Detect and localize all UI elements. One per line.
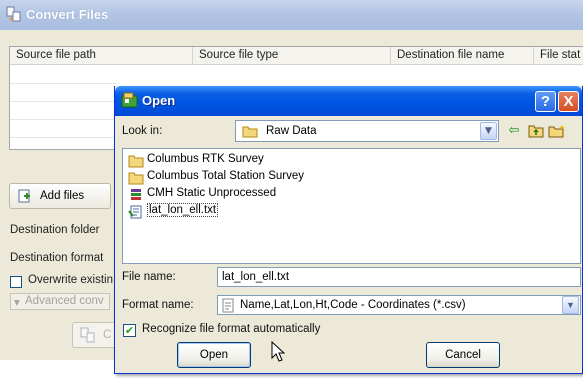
up-folder-icon[interactable] [526, 122, 546, 141]
column-source-file-path[interactable]: Source file path [10, 47, 193, 65]
recognize-format-checkbox[interactable]: ✔ [123, 324, 136, 337]
document-icon [222, 298, 234, 313]
chevron-down-icon: ▾ [14, 297, 20, 309]
file-name: lat_lon_ell.txt [147, 203, 219, 217]
folder-icon [242, 126, 258, 138]
overwrite-label: Overwrite existin [28, 274, 113, 286]
folder-icon [128, 155, 144, 168]
look-in-dropdown[interactable]: Raw Data ▼ [235, 120, 499, 142]
destination-folder-label: Destination folder [10, 224, 100, 236]
convert-files-titlebar: Convert Files [0, 0, 583, 30]
new-folder-icon[interactable] [547, 122, 567, 141]
help-button[interactable]: ? [535, 91, 556, 112]
convert-button[interactable]: C [72, 322, 118, 348]
chevron-down-icon[interactable]: ▼ [562, 296, 579, 314]
table-row-divider [10, 101, 118, 102]
file-name-field[interactable]: lat_lon_ell.txt [217, 267, 581, 287]
format-name-value: Name,Lat,Lon,Ht,Code - Coordinates (*.cs… [240, 299, 466, 311]
file-list[interactable]: Columbus RTK Survey Columbus Total Stati… [122, 148, 581, 264]
cancel-button[interactable]: Cancel [426, 342, 500, 368]
table-row-divider [10, 83, 118, 84]
back-arrow-icon[interactable]: ⇦ [504, 122, 524, 141]
column-source-file-type[interactable]: Source file type [193, 47, 391, 65]
add-file-icon [18, 189, 30, 203]
list-item[interactable]: lat_lon_ell.txt [127, 203, 219, 220]
advanced-conversion-button[interactable]: ▾ Advanced conv [10, 293, 110, 310]
open-dialog-title: Open [142, 93, 176, 108]
mouse-cursor-icon [271, 341, 285, 362]
close-button[interactable]: X [558, 91, 579, 112]
overwrite-checkbox[interactable] [10, 276, 22, 288]
chevron-down-icon[interactable]: ▼ [480, 122, 497, 140]
file-name-label: File name: [122, 271, 176, 283]
list-item[interactable]: Columbus RTK Survey [127, 153, 264, 169]
open-dialog-titlebar: Open ? X [115, 86, 582, 116]
add-files-button[interactable]: Add files [9, 183, 111, 209]
column-destination-file-name[interactable]: Destination file name [391, 47, 534, 65]
convert-files-title: Convert Files [26, 7, 109, 22]
convert-files-icon [6, 6, 21, 22]
open-dialog-icon [121, 92, 138, 108]
open-button[interactable]: Open [177, 342, 251, 368]
file-name: Columbus Total Station Survey [147, 170, 305, 182]
convert-label: C [103, 329, 112, 341]
column-file-status[interactable]: File stat [534, 47, 583, 65]
format-name-label: Format name: [122, 299, 194, 311]
table-row-divider [10, 119, 118, 120]
convert-icon [80, 327, 95, 343]
list-item[interactable]: CMH Static Unprocessed [127, 187, 276, 203]
list-item[interactable]: Columbus Total Station Survey [127, 170, 304, 186]
add-files-label: Add files [40, 190, 85, 202]
look-in-value: Raw Data [266, 125, 317, 137]
database-icon [131, 189, 141, 200]
advanced-conversion-label: Advanced conv [25, 295, 104, 307]
open-dialog: Open ? X Look in: Raw Data ▼ ⇦ Columbus … [114, 86, 583, 374]
format-name-dropdown[interactable]: Name,Lat,Lon,Ht,Code - Coordinates (*.cs… [217, 295, 581, 315]
look-in-label: Look in: [122, 125, 163, 137]
folder-icon [128, 172, 144, 185]
file-name: Columbus RTK Survey [147, 153, 264, 165]
destination-format-label: Destination format [10, 252, 104, 264]
text-file-icon [128, 205, 142, 219]
recognize-format-label: Recognize file format automatically [142, 323, 321, 335]
table-row-divider [10, 137, 118, 138]
file-name: CMH Static Unprocessed [147, 187, 277, 199]
